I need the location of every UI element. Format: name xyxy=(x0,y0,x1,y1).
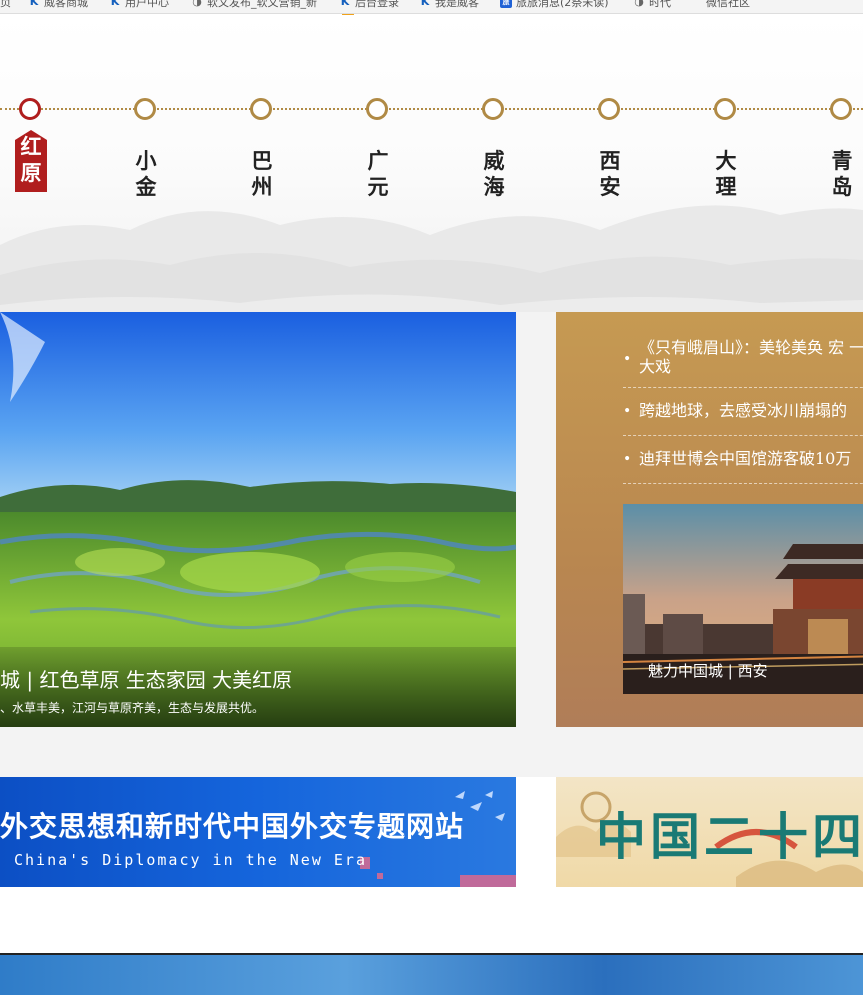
bookmark-label: 用户中心 xyxy=(125,0,169,9)
diplomacy-banner[interactable]: 外交思想和新时代中国外交专题网站 China's Diplomacy in th… xyxy=(0,777,516,887)
timeline-node-active[interactable] xyxy=(19,98,41,120)
bookmark-label: 我是威客 xyxy=(435,0,479,9)
solar-terms-banner[interactable]: 中国二十四 xyxy=(556,777,863,887)
timeline-node[interactable] xyxy=(830,98,852,120)
timeline-node[interactable] xyxy=(598,98,620,120)
news-item[interactable]: 跨越地球，去感受冰川崩塌的 xyxy=(623,388,863,436)
k-logo-icon: K xyxy=(110,0,120,8)
news-panel: 《只有峨眉山》：美轮美奂 宏 一场大戏 跨越地球，去感受冰川崩塌的 迪拜世博会中… xyxy=(556,312,863,727)
bookmark-label: 旅旅消息(2祭未读) xyxy=(516,0,609,9)
city-tab[interactable]: 大 理 xyxy=(711,148,741,200)
city-char: 金 xyxy=(135,175,157,199)
bookmark-label: 微信社区 xyxy=(706,0,750,9)
city-char: 小 xyxy=(135,149,157,173)
bookmark-label: 后台登录 xyxy=(355,0,399,9)
bookmark-item[interactable]: K 用户中心 xyxy=(109,0,169,10)
city-tab-active[interactable]: 红 原 xyxy=(15,130,47,192)
city-tab[interactable]: 西 安 xyxy=(595,148,625,200)
k-logo-icon: K xyxy=(29,0,39,8)
timeline-node[interactable] xyxy=(366,98,388,120)
city-char: 州 xyxy=(251,175,273,199)
timeline-node[interactable] xyxy=(482,98,504,120)
city-tab[interactable]: 广 元 xyxy=(363,148,393,200)
bookmarks-bar: 页 K 威客商城 K 用户中心 ◑ 软文发布_软文营销_新 K 后台登录 K 我… xyxy=(0,0,863,14)
diplomacy-banner-title: 外交思想和新时代中国外交专题网站 xyxy=(0,810,465,843)
city-char: 威 xyxy=(483,149,505,173)
city-char: 元 xyxy=(367,175,389,199)
city-char: 广 xyxy=(367,149,389,173)
bookmark-label: 软文发布_软文营销_新 xyxy=(207,0,317,9)
feature-description: 、水草丰美，江河与草原齐美，生态与发展共优。 xyxy=(0,701,265,715)
city-tab[interactable]: 小 金 xyxy=(131,148,161,200)
city-char: 安 xyxy=(599,175,621,199)
footer-banner-strip xyxy=(0,955,863,995)
bookmark-item[interactable]: 旅 旅旅消息(2祭未读) xyxy=(500,0,609,10)
feature-slide[interactable]: 城 | 红色草原 生态家园 大美红原 、水草丰美，江河与草原齐美，生态与发展共优… xyxy=(0,312,516,727)
bookmark-item[interactable]: K 威客商城 xyxy=(28,0,88,10)
city-char: 原 xyxy=(20,161,42,185)
solar-terms-banner-title: 中国二十四 xyxy=(596,807,863,866)
city-tab[interactable]: 巴 州 xyxy=(247,148,277,200)
bookmark-label: 时代 xyxy=(649,0,671,9)
page: 页 K 威客商城 K 用户中心 ◑ 软文发布_软文营销_新 K 后台登录 K 我… xyxy=(0,0,863,995)
k-logo-icon: K xyxy=(420,0,430,8)
bookmark-item[interactable]: 页 xyxy=(0,0,11,10)
blue-square-icon: 旅 xyxy=(500,0,512,8)
hero-timeline: 红 原 小 金 巴 州 广 元 威 海 西 安 大 理 青 岛 xyxy=(0,15,863,312)
k-logo-icon: K xyxy=(340,0,350,8)
bookmark-item[interactable]: K 我是威客 xyxy=(419,0,479,10)
diplomacy-banner-subtitle: China's Diplomacy in the New Era xyxy=(14,851,367,869)
timeline-node[interactable] xyxy=(134,98,156,120)
globe-icon: ◑ xyxy=(192,0,202,8)
city-char: 巴 xyxy=(251,149,273,173)
timeline-node[interactable] xyxy=(714,98,736,120)
city-char: 青 xyxy=(831,149,853,173)
bookmark-item[interactable]: ◑ 时代 xyxy=(633,0,671,10)
news-thumbnail-caption: 魅力中国城 | 西安 xyxy=(648,662,768,680)
bookmark-label: 威客商城 xyxy=(44,0,88,9)
city-char: 西 xyxy=(599,149,621,173)
bookmark-item[interactable]: K 后台登录 xyxy=(339,0,399,10)
news-thumbnail[interactable]: 魅力中国城 | 西安 xyxy=(623,504,863,694)
city-tab[interactable]: 青 岛 xyxy=(827,148,857,200)
city-char: 理 xyxy=(715,175,737,199)
city-tab[interactable]: 威 海 xyxy=(479,148,509,200)
bookmark-item[interactable]: 微信社区 xyxy=(706,0,750,10)
news-list: 《只有峨眉山》：美轮美奂 宏 一场大戏 跨越地球，去感受冰川崩塌的 迪拜世博会中… xyxy=(623,332,863,484)
city-char: 岛 xyxy=(831,175,853,199)
city-char: 海 xyxy=(483,175,505,199)
city-char: 红 xyxy=(20,135,42,159)
city-char: 大 xyxy=(715,149,737,173)
timeline-node[interactable] xyxy=(250,98,272,120)
bookmark-label: 页 xyxy=(0,0,11,9)
bookmark-item[interactable]: ◑ 软文发布_软文营销_新 xyxy=(191,0,327,10)
news-item[interactable]: 《只有峨眉山》：美轮美奂 宏 一场大戏 xyxy=(623,332,863,388)
globe-icon: ◑ xyxy=(634,0,644,8)
news-item[interactable]: 迪拜世博会中国馆游客破10万 xyxy=(623,436,863,484)
feature-title[interactable]: 城 | 红色草原 生态家园 大美红原 xyxy=(0,664,292,693)
